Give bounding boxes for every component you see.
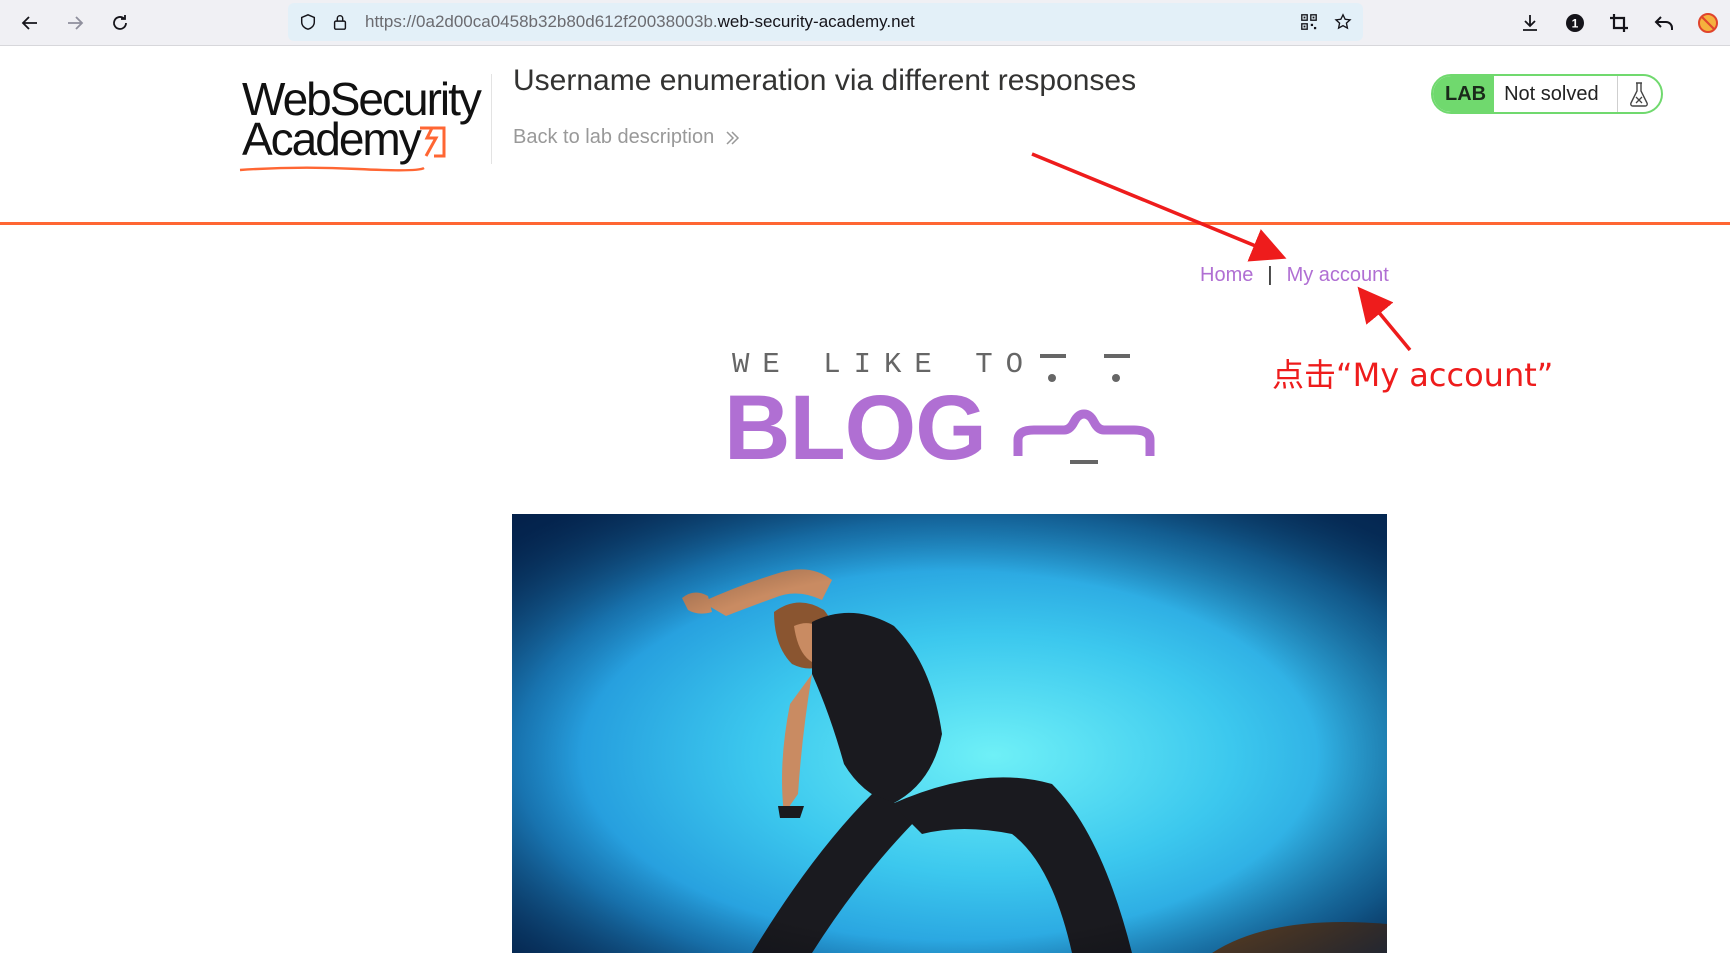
blocker-button[interactable] — [1694, 9, 1722, 37]
undo-button[interactable] — [1650, 9, 1678, 37]
download-icon — [1523, 15, 1537, 31]
double-chevron-right-icon — [726, 130, 740, 145]
back-icon — [21, 16, 37, 30]
lab-status-text: Not solved — [1494, 76, 1618, 112]
browser-toolbar: https://0a2d00ca0458b32b80d612f20038003b… — [0, 0, 1730, 46]
bookmark-star-icon[interactable] — [1333, 12, 1353, 32]
blocker-icon — [1698, 13, 1718, 33]
extension-badge: 1 — [1572, 17, 1579, 31]
blog-face-icon — [1013, 354, 1155, 464]
undo-icon — [1654, 16, 1673, 30]
lock-icon[interactable] — [330, 12, 350, 32]
nav-separator: | — [1267, 264, 1273, 286]
lab-header: WebSecurity Academy Username enumeration… — [0, 46, 1730, 225]
url-subdomain: 0a2d00ca0458b32b80d612f20038003b. — [416, 12, 718, 31]
logo-line-2: Academy — [242, 113, 422, 165]
url-bar[interactable]: https://0a2d00ca0458b32b80d612f20038003b… — [288, 3, 1363, 41]
web-security-academy-logo[interactable]: WebSecurity Academy — [238, 72, 498, 172]
crop-icon — [1610, 14, 1628, 32]
back-link-label: Back to lab description — [513, 126, 715, 148]
url-text[interactable]: https://0a2d00ca0458b32b80d612f20038003b… — [365, 12, 915, 32]
back-button[interactable] — [14, 7, 46, 39]
flask-icon — [1618, 76, 1661, 112]
reload-icon — [113, 15, 127, 30]
logo-underline-icon — [239, 166, 425, 172]
blog-header-logo: WE LIKE TO BLOG — [724, 348, 1174, 479]
reload-button[interactable] — [104, 7, 136, 39]
back-to-lab-description-link[interactable]: Back to lab description — [513, 126, 740, 149]
my-account-link[interactable]: My account — [1287, 264, 1389, 287]
logo-bolt-icon — [420, 126, 446, 158]
lab-title: Username enumeration via different respo… — [513, 64, 1137, 97]
url-host: web-security-academy.net — [717, 12, 915, 31]
lab-badge: LAB — [1433, 76, 1495, 112]
home-link[interactable]: Home — [1200, 264, 1253, 287]
extension-icon: 1 — [1566, 14, 1584, 32]
lab-status-widget: LAB Not solved — [1431, 74, 1663, 114]
url-scheme: https:// — [365, 12, 417, 31]
shield-icon[interactable] — [298, 12, 318, 32]
crop-button[interactable] — [1605, 9, 1633, 37]
qr-code-icon[interactable] — [1299, 12, 1319, 32]
blog-hero-image[interactable] — [512, 514, 1387, 953]
blog-word: BLOG — [724, 377, 987, 479]
extension-button[interactable]: 1 — [1561, 9, 1589, 37]
forward-button[interactable] — [59, 7, 91, 39]
blog-top-links: Home | My account — [1200, 264, 1389, 287]
header-divider — [491, 74, 492, 164]
annotation-arrow-2 — [1357, 286, 1412, 352]
forward-icon — [68, 16, 84, 30]
yoga-figure-illustration — [512, 514, 1387, 953]
annotation-label: 点击“My account” — [1272, 356, 1554, 394]
download-button[interactable] — [1516, 9, 1544, 37]
